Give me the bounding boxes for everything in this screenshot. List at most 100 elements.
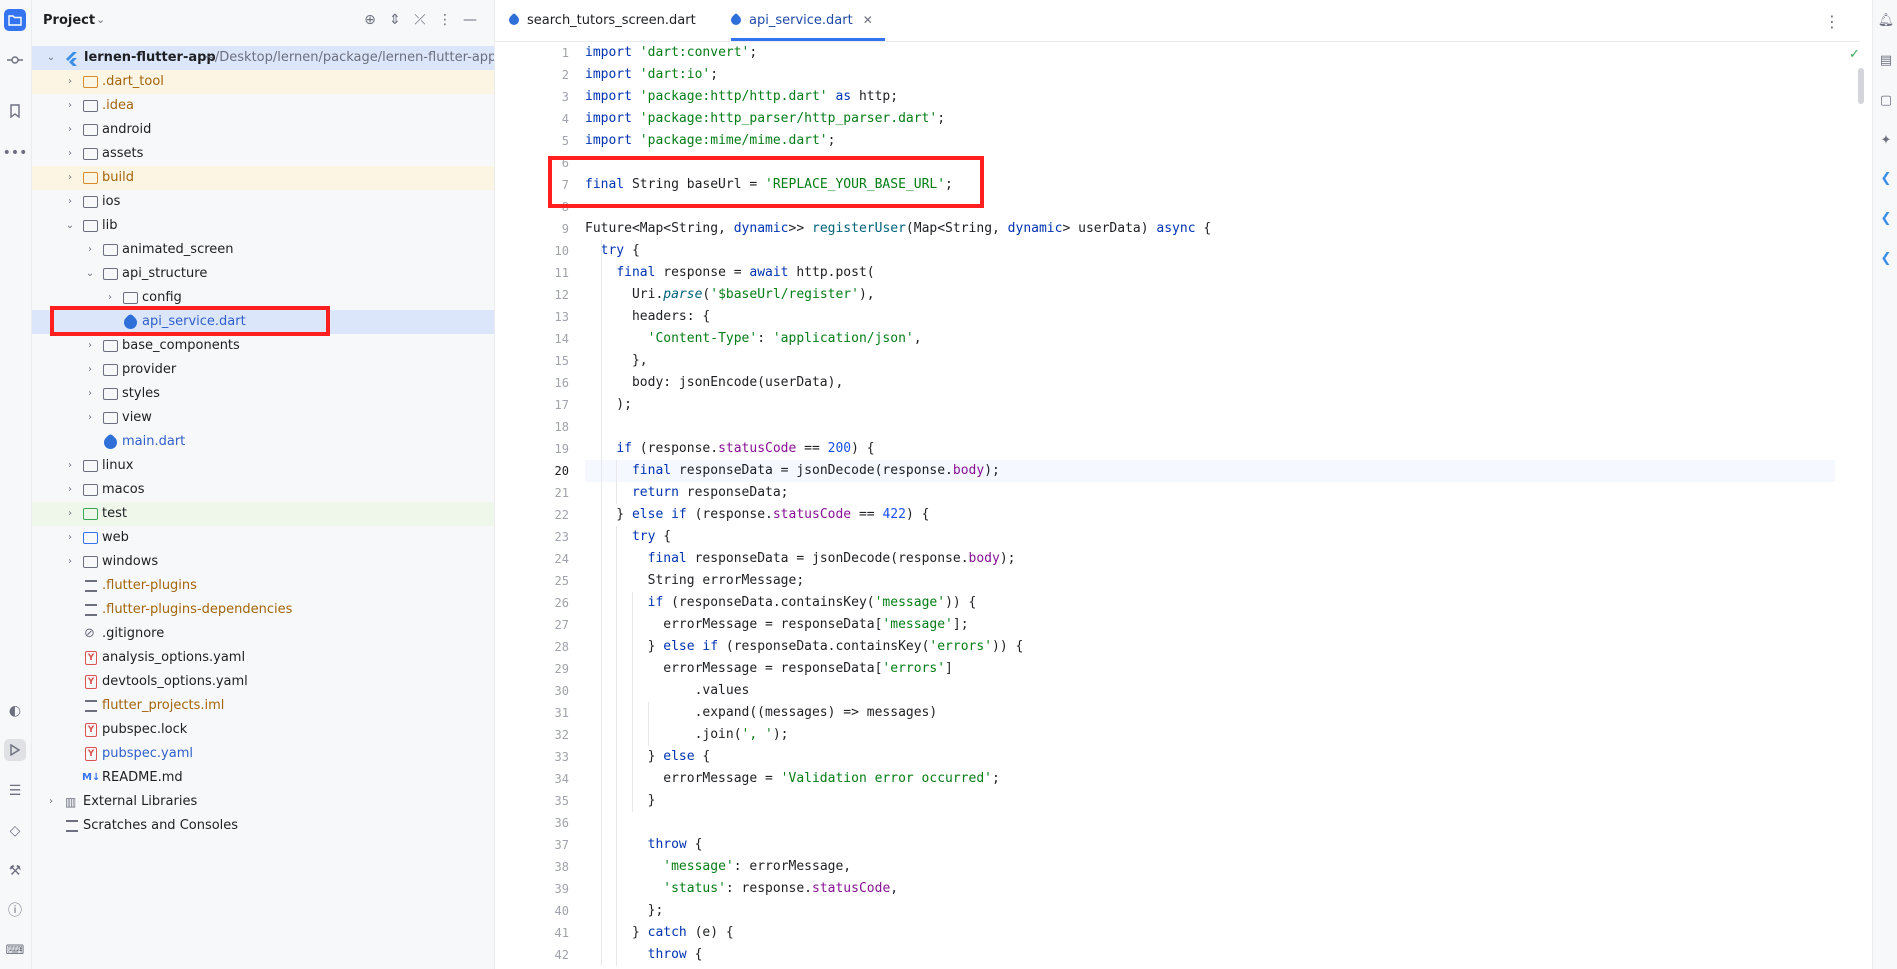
chevron-down-icon[interactable]: ⌄ xyxy=(84,262,96,286)
code-line[interactable]: import 'package:http_parser/http_parser.… xyxy=(585,108,1835,130)
code-line[interactable]: String errorMessage; xyxy=(585,570,1835,592)
structure-icon[interactable]: ☰ xyxy=(4,780,26,802)
chevron-right-icon[interactable]: › xyxy=(64,502,76,526)
code-line[interactable]: return responseData; xyxy=(585,482,1835,504)
code-line[interactable]: import 'package:mime/mime.dart'; xyxy=(585,130,1835,152)
code-line[interactable]: if (response.statusCode == 200) { xyxy=(585,438,1835,460)
tree-row[interactable]: Y devtools_options.yaml xyxy=(32,670,494,694)
code-line[interactable]: errorMessage = 'Validation error occurre… xyxy=(585,768,1835,790)
build-icon[interactable]: ⚒ xyxy=(4,860,26,882)
hide-icon[interactable]: — xyxy=(462,12,478,28)
code-line[interactable]: final responseData = jsonDecode(response… xyxy=(585,460,1835,482)
chevron-right-icon[interactable]: › xyxy=(64,142,76,166)
more-tools-icon[interactable]: ••• xyxy=(3,142,28,164)
chevron-right-icon[interactable]: › xyxy=(64,190,76,214)
options-icon[interactable]: ⋮ xyxy=(437,12,453,28)
database-icon[interactable]: ▤ xyxy=(1877,52,1895,70)
tree-row[interactable]: Y pubspec.lock xyxy=(32,718,494,742)
code-line[interactable]: 'Content-Type': 'application/json', xyxy=(585,328,1835,350)
code-line[interactable]: errorMessage = responseData['errors'] xyxy=(585,658,1835,680)
tree-row-root[interactable]: ⌄ lernen-flutter-app ~/Desktop/lernen/pa… xyxy=(32,46,494,70)
code-line[interactable]: 'message': errorMessage, xyxy=(585,856,1835,878)
code-line[interactable]: .values xyxy=(585,680,1835,702)
chevron-down-icon[interactable]: ⌄ xyxy=(96,13,105,26)
tree-row[interactable]: › windows xyxy=(32,550,494,574)
tree-row[interactable]: › ▥ External Libraries xyxy=(32,790,494,814)
tree-row[interactable]: › .idea xyxy=(32,94,494,118)
tree-row[interactable]: › .dart_tool xyxy=(32,70,494,94)
locate-icon[interactable]: ⊕ xyxy=(362,12,378,28)
flutter-inspector-icon[interactable]: ◐ xyxy=(4,700,26,722)
chevron-right-icon[interactable]: › xyxy=(84,406,96,430)
bookmark-icon[interactable] xyxy=(4,100,26,122)
tree-row[interactable]: flutter_projects.iml xyxy=(32,694,494,718)
chevron-right-icon[interactable]: › xyxy=(84,358,96,382)
tab-search-tutors[interactable]: search_tutors_screen.dart xyxy=(506,0,696,41)
gem-icon[interactable]: ◇ xyxy=(4,820,26,842)
tab-menu-icon[interactable]: ⋮ xyxy=(1824,12,1840,31)
chevron-right-icon[interactable]: › xyxy=(64,454,76,478)
tree-row[interactable]: › base_components xyxy=(32,334,494,358)
code-line[interactable]: 'status': response.statusCode, xyxy=(585,878,1835,900)
code-line[interactable]: Uri.parse('$baseUrl/register'), xyxy=(585,284,1835,306)
terminal-icon[interactable]: ⌨ xyxy=(4,939,26,961)
code-line[interactable]: .join(', '); xyxy=(585,724,1835,746)
code-line[interactable]: }, xyxy=(585,350,1835,372)
chevron-down-icon[interactable]: ⌄ xyxy=(45,46,57,70)
tree-row[interactable]: › provider xyxy=(32,358,494,382)
code-line[interactable]: final response = await http.post( xyxy=(585,262,1835,284)
chevron-right-icon[interactable]: › xyxy=(84,238,96,262)
notifications-icon[interactable]: 🔔︎ xyxy=(1877,12,1895,30)
code-line[interactable]: }; xyxy=(585,900,1835,922)
tree-row[interactable]: Y analysis_options.yaml xyxy=(32,646,494,670)
code-line[interactable]: Future<Map<String, dynamic>> registerUse… xyxy=(585,218,1835,240)
chevron-right-icon[interactable]: › xyxy=(64,70,76,94)
project-title[interactable]: Project xyxy=(43,13,95,28)
code-line[interactable]: } xyxy=(585,790,1835,812)
code-line[interactable]: throw { xyxy=(585,834,1835,856)
tree-row[interactable]: › animated_screen xyxy=(32,238,494,262)
code-line[interactable]: } else if (response.statusCode == 422) { xyxy=(585,504,1835,526)
code-line[interactable] xyxy=(585,812,1835,834)
chevron-right-icon[interactable]: › xyxy=(64,166,76,190)
collapse-all-icon[interactable]: ⤫ xyxy=(412,12,428,28)
code-line[interactable]: import 'dart:convert'; xyxy=(585,42,1835,64)
code-line[interactable]: body: jsonEncode(userData), xyxy=(585,372,1835,394)
code-line[interactable]: } else if (responseData.containsKey('err… xyxy=(585,636,1835,658)
chevron-right-icon[interactable]: › xyxy=(64,550,76,574)
chevron-right-icon[interactable]: › xyxy=(64,478,76,502)
code-line[interactable]: headers: { xyxy=(585,306,1835,328)
code-line[interactable]: try { xyxy=(585,526,1835,548)
scrollbar-thumb[interactable] xyxy=(1858,68,1864,104)
code-line[interactable]: errorMessage = responseData['message']; xyxy=(585,614,1835,636)
tree-row[interactable]: › styles xyxy=(32,382,494,406)
tree-row[interactable]: › test xyxy=(32,502,494,526)
tab-api-service[interactable]: api_service.dart ✕ xyxy=(728,0,885,41)
tree-row[interactable]: › assets xyxy=(32,142,494,166)
flutter-performance-icon[interactable]: ❮ xyxy=(1877,210,1895,228)
problems-icon[interactable]: ⓘ xyxy=(4,899,26,921)
tree-row[interactable]: Scratches and Consoles xyxy=(32,814,494,838)
close-icon[interactable]: ✕ xyxy=(863,13,873,27)
tree-row[interactable]: › ios xyxy=(32,190,494,214)
code-line[interactable]: if (responseData.containsKey('message'))… xyxy=(585,592,1835,614)
flutter-inspector-icon[interactable]: ❮ xyxy=(1877,250,1895,268)
tree-row[interactable]: .flutter-plugins-dependencies xyxy=(32,598,494,622)
chevron-right-icon[interactable]: › xyxy=(64,94,76,118)
code-line[interactable]: } else { xyxy=(585,746,1835,768)
tree-row[interactable]: › web xyxy=(32,526,494,550)
tree-row[interactable]: M↓ README.md xyxy=(32,766,494,790)
code-line[interactable]: import 'package:http/http.dart' as http; xyxy=(585,86,1835,108)
device-manager-icon[interactable]: ▢ xyxy=(1877,92,1895,110)
chevron-right-icon[interactable]: › xyxy=(45,790,57,814)
chevron-right-icon[interactable]: › xyxy=(84,334,96,358)
tree-row[interactable]: › macos xyxy=(32,478,494,502)
tree-row[interactable]: › build xyxy=(32,166,494,190)
ai-assistant-icon[interactable]: ✦ xyxy=(1877,132,1895,150)
tree-row[interactable]: main.dart xyxy=(32,430,494,454)
tree-row[interactable]: ⌄ lib xyxy=(32,214,494,238)
code-line[interactable]: .expand((messages) => messages) xyxy=(585,702,1835,724)
tree-row[interactable]: .flutter-plugins xyxy=(32,574,494,598)
tree-row[interactable]: ⊘ .gitignore xyxy=(32,622,494,646)
code-line[interactable]: } catch (e) { xyxy=(585,922,1835,944)
